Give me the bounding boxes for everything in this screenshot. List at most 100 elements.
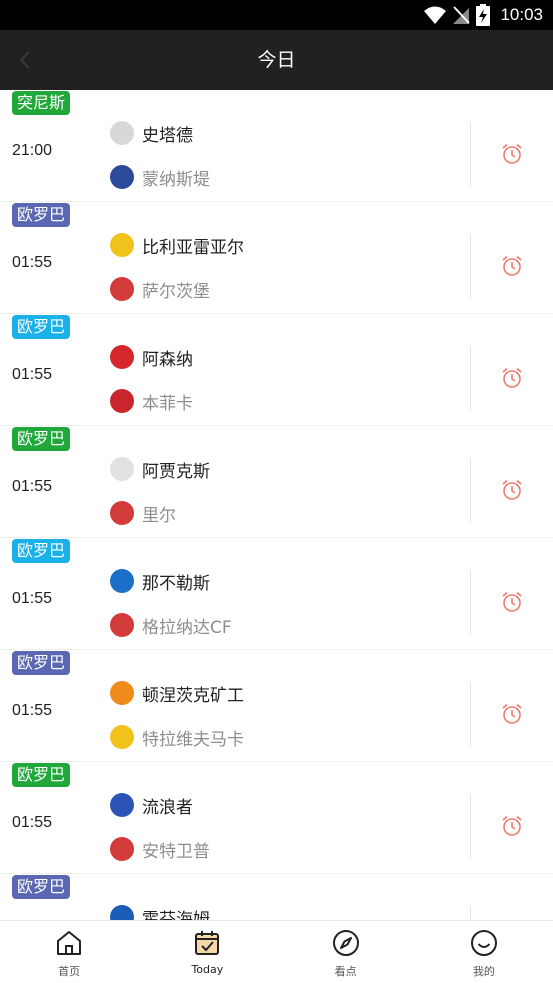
away-team-name: 本菲卡	[142, 393, 193, 414]
match-time: 01:55	[12, 254, 53, 271]
away-team-name: 蒙纳斯堤	[142, 169, 210, 190]
alarm-clock-icon[interactable]	[500, 366, 524, 390]
alarm-clock-icon[interactable]	[500, 254, 524, 278]
compass-icon	[332, 930, 359, 956]
status-time: 10:03	[500, 5, 543, 24]
match-time: 01:55	[12, 590, 53, 607]
home-team-logo-icon	[110, 569, 134, 593]
match-time: 01:55	[12, 478, 53, 495]
home-team-logo-icon	[110, 793, 134, 817]
league-badge: 欧罗巴	[12, 763, 71, 787]
away-team-name: 萨尔茨堡	[142, 281, 210, 302]
home-team-logo-icon	[110, 233, 134, 257]
tab-highlights[interactable]: 看点	[277, 921, 415, 983]
away-team: 里尔	[110, 500, 176, 526]
home-team-name: 那不勒斯	[142, 573, 210, 594]
home-team-logo-icon	[110, 345, 134, 369]
status-bar: 10:03	[0, 0, 553, 30]
match-row[interactable]: 欧罗巴 霍芬海姆	[0, 874, 553, 920]
away-team-logo-icon	[110, 613, 134, 637]
tab-home-label: 首页	[58, 965, 81, 978]
away-team: 本菲卡	[110, 388, 193, 414]
away-team-name: 安特卫普	[142, 841, 210, 862]
league-badge: 欧罗巴	[12, 315, 71, 339]
away-team-name: 里尔	[142, 505, 176, 526]
bottom-tab-bar: 首页 Today 看点 我的	[0, 920, 553, 983]
divider	[470, 122, 471, 186]
home-team-name: 阿贾克斯	[142, 461, 210, 482]
away-team: 格拉纳达CF	[110, 612, 232, 638]
home-icon	[57, 931, 82, 955]
match-time: 01:55	[12, 366, 53, 383]
league-badge: 欧罗巴	[12, 427, 71, 451]
away-team-logo-icon	[110, 389, 134, 413]
home-team-name: 霍芬海姆	[142, 909, 210, 921]
league-badge: 欧罗巴	[12, 651, 71, 675]
match-row[interactable]: 欧罗巴 01:55 阿贾克斯 里尔	[0, 426, 553, 538]
tab-highlights-label: 看点	[334, 965, 357, 978]
divider	[470, 682, 471, 746]
divider	[470, 234, 471, 298]
divider	[470, 570, 471, 634]
match-time: 01:55	[12, 814, 53, 831]
home-team-name: 流浪者	[142, 797, 193, 818]
smile-icon	[470, 930, 497, 956]
match-row[interactable]: 欧罗巴 01:55 阿森纳 本菲卡	[0, 314, 553, 426]
alarm-clock-icon[interactable]	[500, 142, 524, 166]
home-team: 那不勒斯	[110, 568, 210, 594]
away-team: 萨尔茨堡	[110, 276, 210, 302]
home-team: 史塔德	[110, 120, 193, 146]
tab-today-label: Today	[191, 963, 224, 976]
tab-home[interactable]: 首页	[0, 921, 138, 983]
away-team-name: 格拉纳达CF	[142, 617, 232, 638]
away-team: 蒙纳斯堤	[110, 164, 210, 190]
divider	[470, 794, 471, 858]
tab-today[interactable]: Today	[138, 921, 276, 983]
match-row[interactable]: 欧罗巴 01:55 比利亚雷亚尔 萨尔茨堡	[0, 202, 553, 314]
page-title: 今日	[257, 49, 296, 71]
home-team: 顿涅茨克矿工	[110, 680, 244, 706]
match-row[interactable]: 欧罗巴 01:55 顿涅茨克矿工 特拉维夫马卡	[0, 650, 553, 762]
divider	[470, 346, 471, 410]
home-team-logo-icon	[110, 121, 134, 145]
match-row[interactable]: 欧罗巴 01:55 流浪者 安特卫普	[0, 762, 553, 874]
tab-profile[interactable]: 我的	[415, 921, 553, 983]
match-row[interactable]: 欧罗巴 01:55 那不勒斯 格拉纳达CF	[0, 538, 553, 650]
home-team-logo-icon	[110, 457, 134, 481]
alarm-clock-icon[interactable]	[500, 478, 524, 502]
divider	[470, 906, 471, 920]
alarm-clock-icon[interactable]	[500, 590, 524, 614]
home-team-name: 顿涅茨克矿工	[142, 685, 244, 706]
app-bar: 今日	[0, 30, 553, 90]
home-team-name: 史塔德	[142, 125, 193, 146]
no-signal-icon	[453, 6, 471, 24]
alarm-clock-icon[interactable]	[500, 702, 524, 726]
home-team-logo-icon	[110, 681, 134, 705]
home-team-logo-icon	[110, 905, 134, 920]
away-team-logo-icon	[110, 277, 134, 301]
away-team-logo-icon	[110, 725, 134, 749]
league-badge: 突尼斯	[12, 91, 71, 115]
home-team-name: 阿森纳	[142, 349, 193, 370]
match-row[interactable]: 突尼斯 21:00 史塔德 蒙纳斯堤	[0, 90, 553, 202]
wifi-icon	[424, 6, 447, 24]
calendar-icon	[195, 931, 220, 955]
away-team: 安特卫普	[110, 836, 210, 862]
home-team: 阿森纳	[110, 344, 193, 370]
home-team: 流浪者	[110, 792, 193, 818]
home-team: 比利亚雷亚尔	[110, 232, 244, 258]
home-team: 阿贾克斯	[110, 456, 210, 482]
match-time: 01:55	[12, 702, 53, 719]
away-team-logo-icon	[110, 837, 134, 861]
away-team-logo-icon	[110, 165, 134, 189]
home-team: 霍芬海姆	[110, 904, 210, 920]
battery-charging-icon	[476, 4, 491, 26]
match-list[interactable]: 突尼斯 21:00 史塔德 蒙纳斯堤 欧罗巴 01:55 比利亚雷亚尔 萨尔茨堡…	[0, 90, 553, 920]
alarm-clock-icon[interactable]	[500, 814, 524, 838]
league-badge: 欧罗巴	[12, 875, 71, 899]
home-team-name: 比利亚雷亚尔	[142, 237, 244, 258]
match-time: 21:00	[12, 142, 53, 159]
league-badge: 欧罗巴	[12, 203, 71, 227]
divider	[470, 458, 471, 522]
league-badge: 欧罗巴	[12, 539, 71, 563]
